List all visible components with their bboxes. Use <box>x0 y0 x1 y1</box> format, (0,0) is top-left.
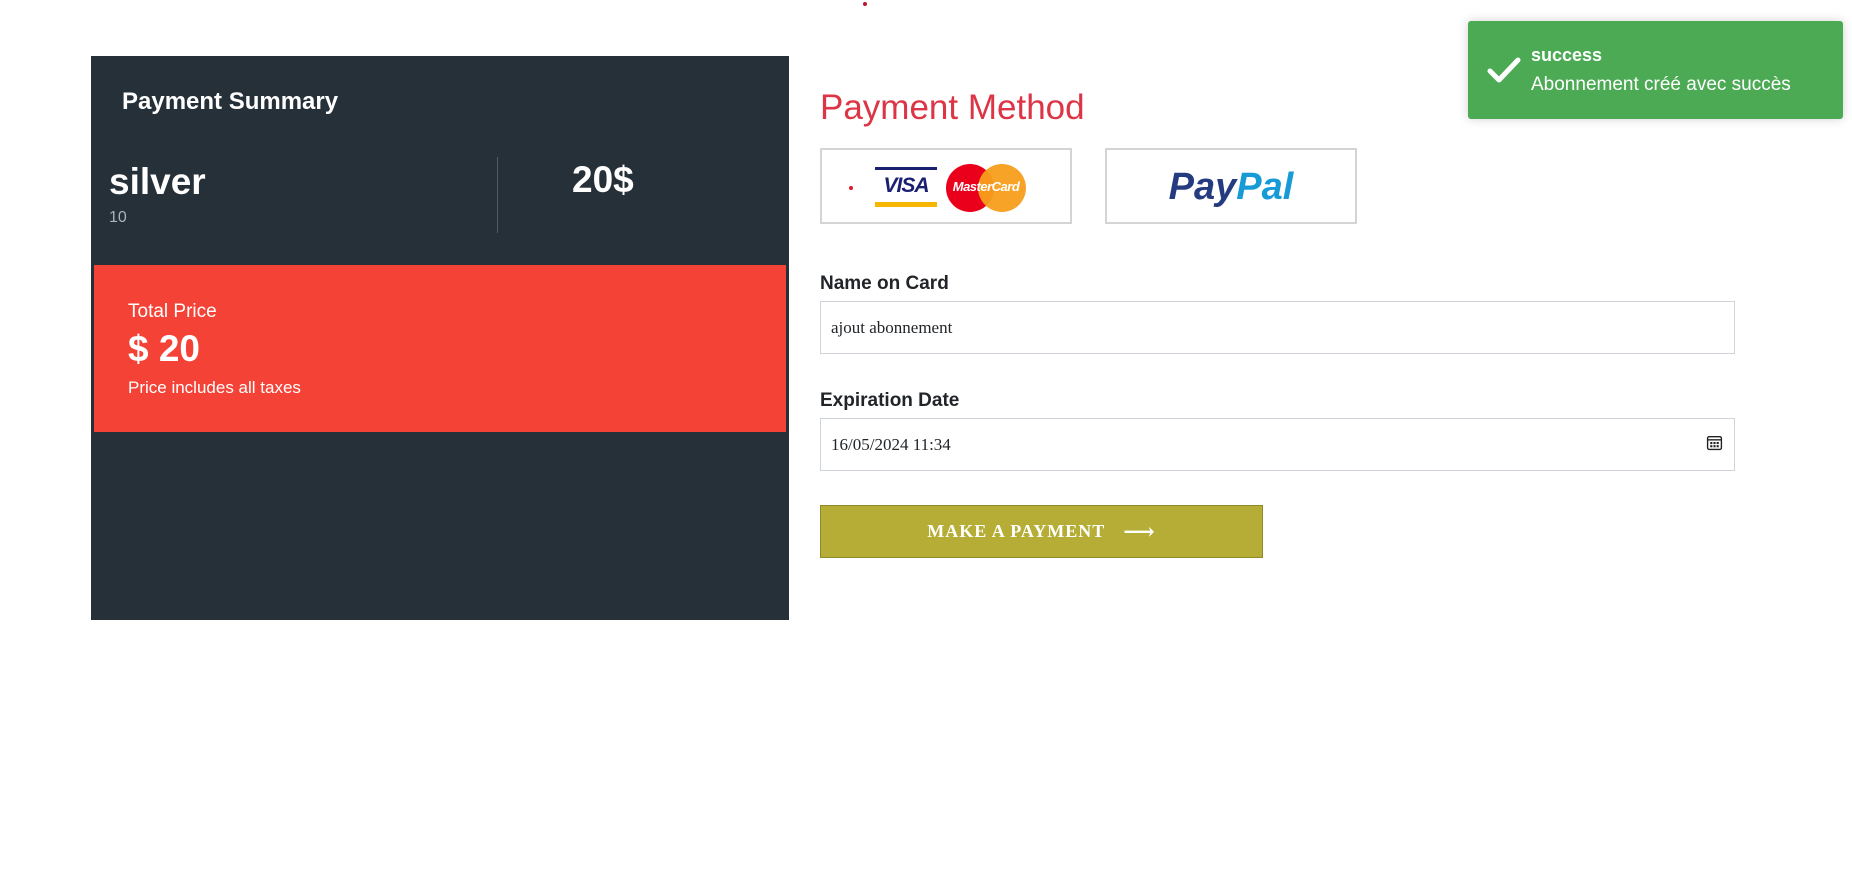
check-icon <box>1487 57 1521 83</box>
toast-title: success <box>1531 45 1603 65</box>
selected-radio-indicator <box>849 186 853 190</box>
total-price-box: Total Price $ 20 Price includes all taxe… <box>94 265 786 432</box>
plan-subtitle: 10 <box>109 209 127 226</box>
total-price-label: Total Price <box>128 301 217 322</box>
paypal-logo: PayPal <box>1107 166 1355 209</box>
make-payment-label: MAKE A PAYMENT <box>927 521 1106 541</box>
expiration-date-input[interactable] <box>820 418 1735 471</box>
payment-method-title: Payment Method <box>820 88 1085 127</box>
expiration-date-label: Expiration Date <box>820 390 960 411</box>
success-toast[interactable]: success Abonnement créé avec succès <box>1468 21 1843 119</box>
decorative-dot <box>863 2 867 6</box>
make-payment-button[interactable]: MAKE A PAYMENT ⟶ <box>820 505 1263 558</box>
paypal-logo-part2: Pal <box>1236 166 1294 208</box>
mastercard-logo-text: MasterCard <box>952 179 1020 194</box>
paypal-logo-part1: Pay <box>1168 166 1237 208</box>
calendar-icon[interactable] <box>1706 434 1723 451</box>
visa-logo: VISA <box>875 167 937 207</box>
plan-price: 20$ <box>572 159 634 200</box>
mastercard-logo: MasterCard <box>946 164 1026 212</box>
name-on-card-input[interactable] <box>820 301 1735 354</box>
expiration-date-field <box>820 418 1735 471</box>
paypal-payment-option[interactable]: PayPal <box>1105 148 1357 224</box>
plan-name: silver <box>109 161 206 202</box>
plan-divider <box>497 157 498 233</box>
card-payment-option[interactable]: VISA MasterCard <box>820 148 1072 224</box>
total-price-value: $ 20 <box>128 328 201 369</box>
toast-message: Abonnement créé avec succès <box>1531 74 1791 95</box>
payment-summary-panel: Payment Summary silver 10 20$ Total Pric… <box>91 56 789 620</box>
summary-title: Payment Summary <box>122 88 339 115</box>
arrow-right-icon: ⟶ <box>1123 518 1156 544</box>
visa-logo-text: VISA <box>883 174 929 197</box>
total-price-note: Price includes all taxes <box>128 378 301 397</box>
name-on-card-label: Name on Card <box>820 273 949 294</box>
